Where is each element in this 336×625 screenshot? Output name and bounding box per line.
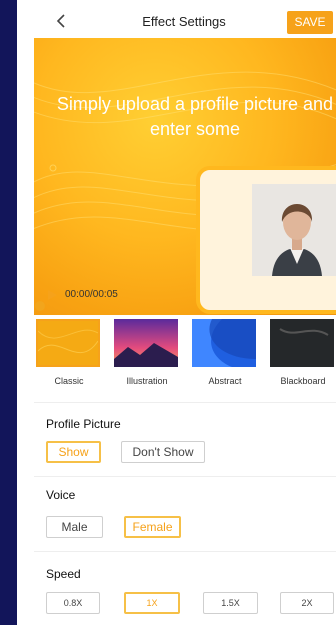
style-label: Classic: [54, 376, 84, 386]
back-button[interactable]: [53, 10, 71, 32]
style-thumb-blackboard: [270, 319, 334, 367]
speed-option-2x[interactable]: 2X: [280, 592, 334, 614]
speed-option-1x[interactable]: 1X: [124, 592, 180, 614]
video-preview[interactable]: Simply upload a profile picture and ente…: [34, 38, 336, 315]
style-label: Abstract: [208, 376, 242, 386]
play-icon[interactable]: [48, 290, 57, 300]
style-thumb-illustration: [114, 319, 178, 367]
chevron-left-icon: [56, 14, 65, 28]
profile-picture-label: Profile Picture: [46, 417, 121, 431]
show-option[interactable]: Show: [46, 441, 101, 463]
person-photo-icon: [252, 184, 336, 276]
style-thumb-classic: [36, 319, 100, 367]
playback-bar: 00:00/00:05: [34, 285, 179, 305]
page-title: Effect Settings: [142, 14, 226, 29]
divider: [34, 402, 336, 403]
dont-show-option[interactable]: Don't Show: [121, 441, 205, 463]
style-item-classic[interactable]: Classic: [36, 319, 102, 386]
style-list: Classic Illustration Abstract Blackboard: [34, 319, 336, 391]
profile-photo-frame: [196, 166, 336, 314]
save-button[interactable]: SAVE: [287, 11, 333, 34]
style-item-blackboard[interactable]: Blackboard: [270, 319, 336, 386]
speed-option-1-5x[interactable]: 1.5X: [203, 592, 258, 614]
voice-label: Voice: [46, 488, 76, 502]
speed-option-0-8x[interactable]: 0.8X: [46, 592, 100, 614]
style-item-abstract[interactable]: Abstract: [192, 319, 258, 386]
divider: [34, 551, 336, 552]
style-thumb-abstract: [192, 319, 256, 367]
divider: [34, 476, 336, 477]
style-item-illustration[interactable]: Illustration: [114, 319, 180, 386]
female-option[interactable]: Female: [124, 516, 181, 538]
abstract-thumb-icon: [192, 319, 256, 367]
time-readout: 00:00/00:05: [65, 289, 118, 300]
phone-screen: Effect Settings SAVE Simply upload a pro…: [17, 0, 336, 625]
header: Effect Settings SAVE: [17, 0, 336, 40]
illustration-thumb-icon: [114, 319, 178, 367]
male-option[interactable]: Male: [46, 516, 103, 538]
style-label: Illustration: [126, 376, 168, 386]
classic-thumb-icon: [38, 321, 98, 365]
speed-label: Speed: [46, 567, 81, 581]
preview-headline: Simply upload a profile picture and ente…: [56, 94, 334, 139]
avatar: [252, 184, 336, 276]
style-label: Blackboard: [280, 376, 326, 386]
blackboard-thumb-icon: [270, 319, 334, 367]
